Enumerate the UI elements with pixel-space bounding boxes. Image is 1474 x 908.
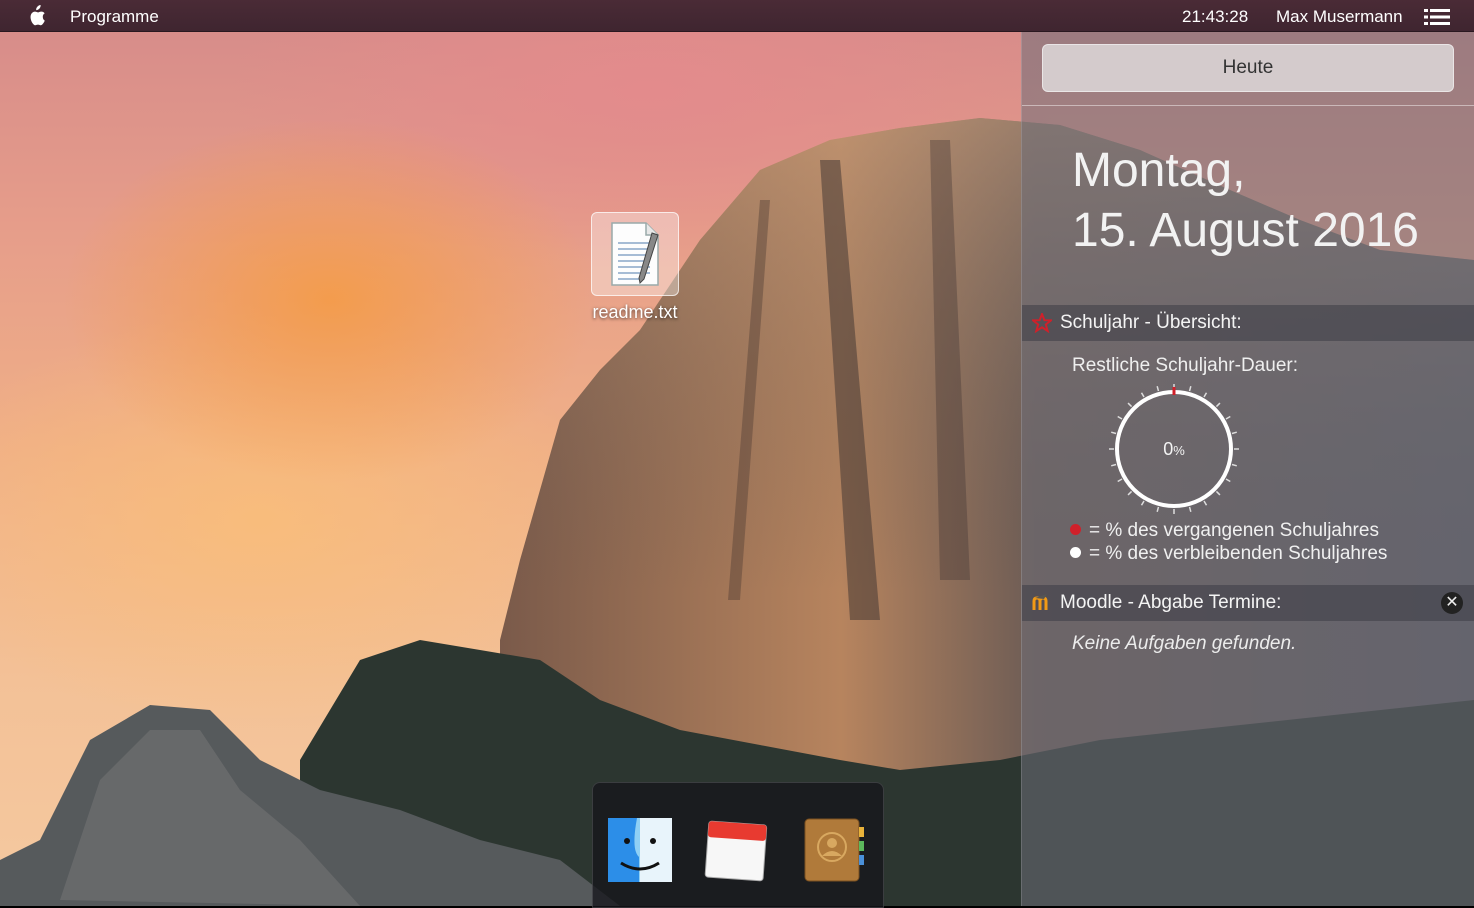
- calendar-icon[interactable]: [703, 817, 769, 883]
- user-name[interactable]: Max Musermann: [1276, 7, 1403, 27]
- list-icon[interactable]: [1424, 8, 1450, 26]
- close-widget-button[interactable]: ✕: [1441, 592, 1463, 614]
- progress-dial: 0%: [1108, 383, 1240, 515]
- moodle-widget-title: Moodle - Abgabe Termine:: [1060, 592, 1282, 613]
- date-full: 15. August 2016: [1072, 204, 1419, 257]
- star-icon: [1032, 313, 1052, 333]
- text-document-icon: [611, 222, 659, 286]
- school-widget-header: Schuljahr - Übersicht:: [1022, 305, 1474, 341]
- legend-past-dot: [1070, 524, 1081, 535]
- dock: [592, 782, 884, 908]
- today-tab-button[interactable]: Heute: [1042, 44, 1454, 92]
- menu-bar: Programme 21:43:28 Max Musermann: [0, 0, 1474, 32]
- divider: [1022, 105, 1474, 106]
- remaining-duration-label: Restliche Schuljahr-Dauer:: [1072, 355, 1298, 376]
- legend-remaining-dot: [1070, 547, 1081, 558]
- percent-unit: %: [1173, 443, 1185, 458]
- legend-past: = % des vergangenen Schuljahres: [1070, 520, 1379, 542]
- moodle-empty-message: Keine Aufgaben gefunden.: [1072, 633, 1297, 654]
- legend-remaining: = % des verbleibenden Schuljahres: [1070, 543, 1387, 565]
- programs-menu[interactable]: Programme: [70, 7, 159, 27]
- finder-icon[interactable]: [607, 817, 673, 883]
- file-label: readme.txt: [592, 302, 678, 322]
- desktop-file-readme[interactable]: readme.txt: [582, 212, 688, 323]
- notification-center: Heute Montag, 15. August 2016 Schuljahr …: [1021, 31, 1474, 906]
- contacts-icon[interactable]: [801, 817, 867, 883]
- date-weekday: Montag,: [1072, 144, 1246, 197]
- file-icon-frame[interactable]: [591, 212, 679, 296]
- moodle-widget-header: Moodle - Abgabe Termine: ✕: [1022, 585, 1474, 621]
- legend-remaining-text: = % des verbleibenden Schuljahres: [1089, 543, 1388, 564]
- percent-value: 0: [1163, 439, 1174, 459]
- school-widget-title: Schuljahr - Übersicht:: [1060, 312, 1242, 333]
- menu-clock: 21:43:28: [1182, 7, 1249, 26]
- moodle-icon: [1032, 594, 1048, 610]
- apple-logo-icon[interactable]: [26, 5, 46, 27]
- progress-percent: 0%: [1108, 383, 1240, 515]
- legend-past-text: = % des vergangenen Schuljahres: [1089, 520, 1379, 541]
